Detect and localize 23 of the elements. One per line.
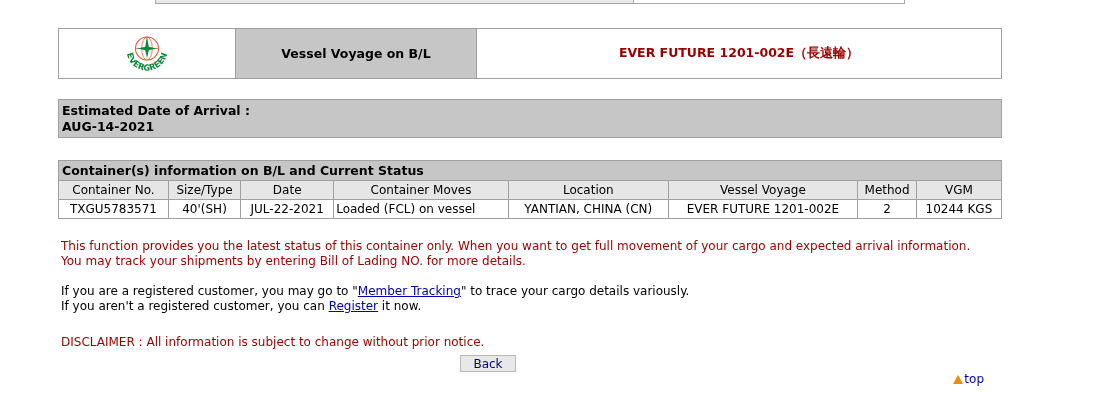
table-cell: Loaded (FCL) on vessel	[333, 199, 509, 219]
vessel-voyage-value: EVER FUTURE 1201-002E（長遠輪）	[476, 28, 1002, 79]
notice-text: This function provides you the latest status of this container only. When you want to get full movement of your cargo and expected arrival information.	[61, 239, 972, 254]
arrival-label: Estimated Date of Arrival :	[62, 103, 251, 119]
notice-text: You may track your shipments by entering Bill of Lading NO. for more details.	[61, 254, 527, 269]
top-link[interactable]: top	[953, 372, 984, 386]
table-cell: JUL-22-2021	[240, 199, 334, 219]
table-title: Container(s) information on B/L and Current Status	[58, 160, 1002, 181]
disclaimer-text: DISCLAIMER : All information is subject to change without prior notice.	[61, 335, 486, 350]
member-tracking-text: If you are a registered customer, you may go to "Member Tracking" to trace your cargo details variously.	[61, 284, 691, 299]
table-cell: EVER FUTURE 1201-002E	[668, 199, 858, 219]
header-label: Vessel Voyage on B/L	[235, 28, 477, 79]
triangle-icon	[953, 374, 964, 384]
table-cell: 2	[857, 199, 917, 219]
table-cell: TXGU5783571	[58, 199, 169, 219]
register-text: If you aren't a registered customer, you can Register it now.	[61, 299, 423, 314]
table-cell: YANTIAN, CHINA (CN)	[508, 199, 669, 219]
register-link[interactable]: Register	[328, 299, 379, 313]
back-button[interactable]: Back	[460, 355, 516, 372]
arrival-date: AUG-14-2021	[62, 119, 156, 135]
table-cell: 10244 KGS	[916, 199, 1002, 219]
member-tracking-link[interactable]: Member Tracking	[357, 284, 461, 298]
table-cell: 40'(SH)	[168, 199, 241, 219]
